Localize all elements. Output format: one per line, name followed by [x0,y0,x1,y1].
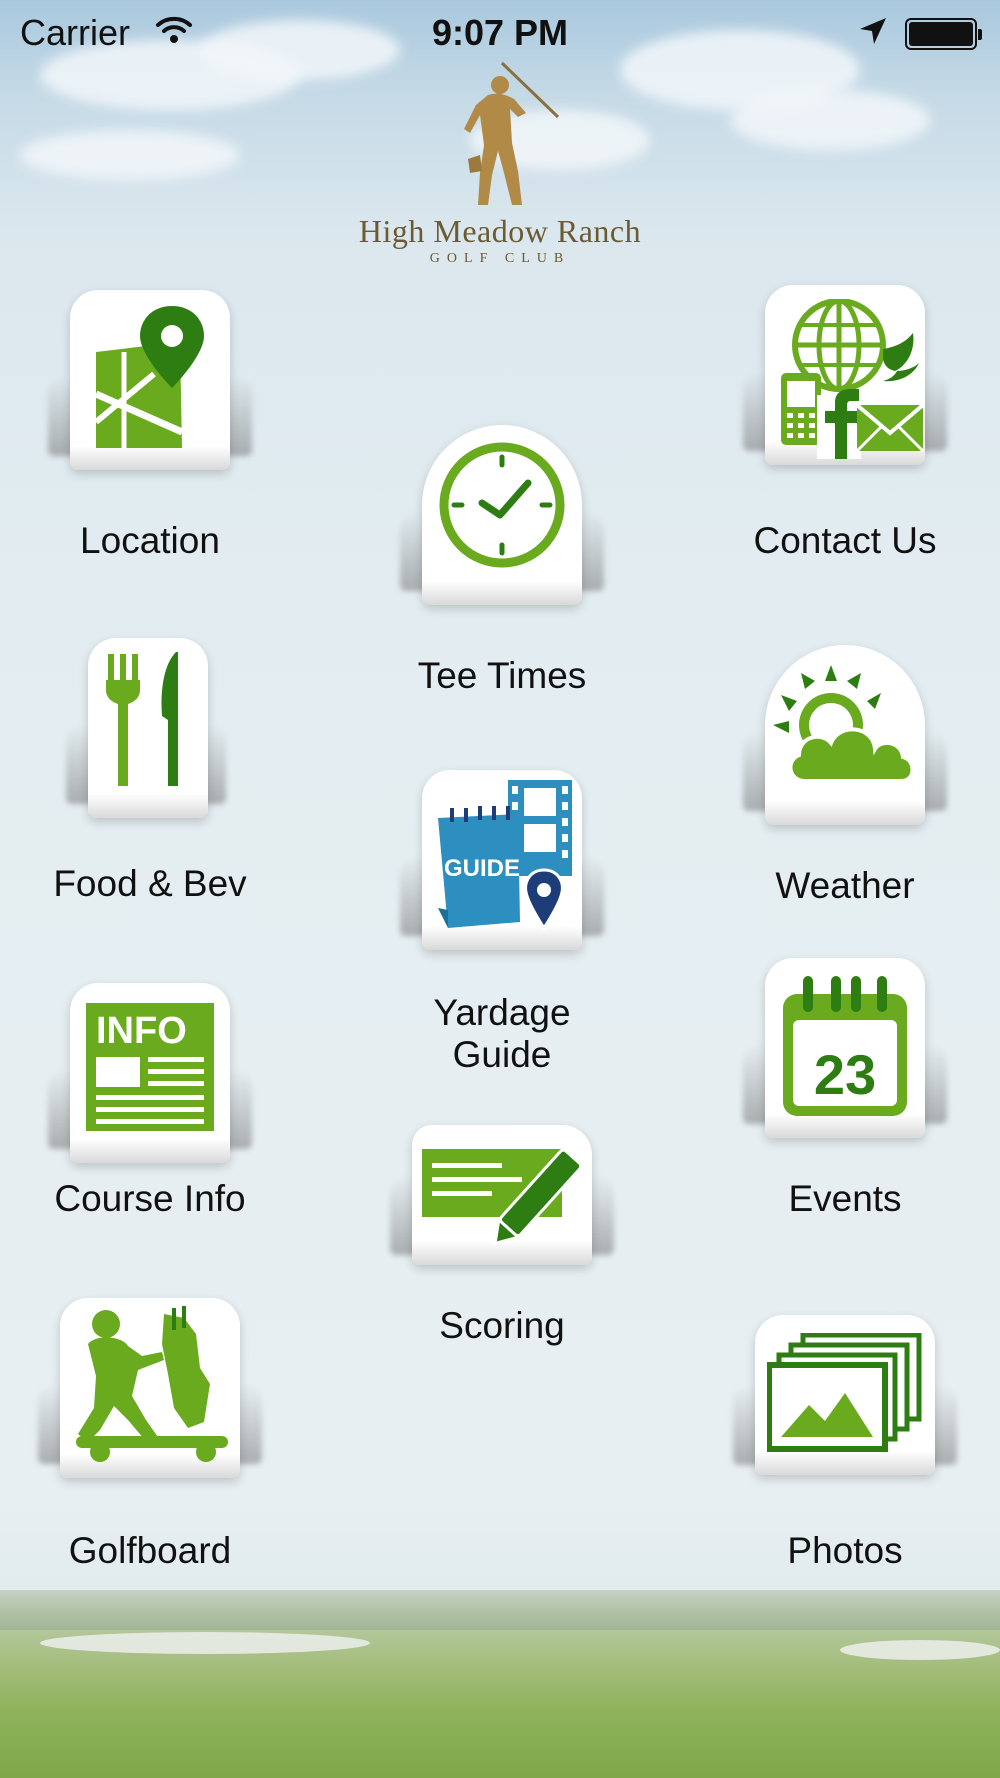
scoring-card [390,1125,614,1265]
sand-bunker [840,1640,1000,1660]
score-card-icon [422,1148,583,1245]
tee-times-button[interactable]: Tee Times [382,425,622,705]
weather-button[interactable]: Weather [725,645,965,915]
photos-card [733,1315,957,1475]
course-info-label: Course Info [54,1178,246,1219]
photos-label: Photos [787,1530,903,1571]
tree-line [0,1590,1000,1630]
facebook-icon [817,389,861,459]
photo-stack-icon [767,1333,922,1452]
contact-icons [781,299,925,459]
cloud [20,130,240,180]
golfer-logo-icon [464,61,560,205]
events-button[interactable]: 23 Events [725,958,965,1228]
location-arrow-icon [858,16,888,51]
golfboard-card [38,1298,262,1478]
phone-icon [781,373,821,445]
envelope-icon [855,403,925,453]
cloud [730,90,930,150]
yardage-icon: GUIDE [438,780,572,931]
food-bev-label: Food & Bev [53,863,247,904]
location-button[interactable]: Location [30,290,270,570]
location-card [48,290,252,470]
contact-us-label: Contact Us [753,520,937,561]
golfboard-label: Golfboard [68,1530,232,1571]
sand-bunker [40,1632,370,1654]
golfboard-icon [76,1306,228,1462]
course-info-card: INFO [48,983,252,1163]
fork-knife-icon [106,652,178,786]
battery-icon [905,18,982,50]
pin-icon [524,868,564,931]
club-logo: High Meadow Ranch GOLF CLUB [330,55,670,266]
clock: 9:07 PM [431,12,569,53]
calendar-day-text: 23 [814,1043,876,1106]
logo-title: High Meadow Ranch [358,213,642,249]
twitter-icon [883,333,919,382]
clock-icon [439,442,565,568]
map-pin-icon [94,306,204,448]
golfboard-button[interactable]: Golfboard [30,1298,270,1571]
events-card: 23 [743,958,947,1138]
scoring-button[interactable]: Scoring [382,1125,622,1355]
weather-label: Weather [775,865,915,906]
course-info-button[interactable]: INFO Course Info [30,983,270,1228]
food-card [66,638,226,818]
food-bev-button[interactable]: Food & Bev [30,638,270,918]
logo-subtitle: GOLF CLUB [429,251,571,266]
photos-button[interactable]: Photos [725,1315,965,1571]
contact-card [743,285,947,465]
tee-times-card [400,425,604,605]
calendar-icon: 23 [783,976,907,1116]
weather-card [743,645,947,825]
info-text: INFO [96,1010,187,1052]
yardage-guide-label: Yardage Guide [433,992,571,1075]
sun-cloud-icon [773,665,915,783]
yardage-card: GUIDE [400,770,604,950]
events-label: Events [788,1178,902,1219]
contact-us-button[interactable]: Contact Us [725,285,965,570]
tee-times-label: Tee Times [417,655,587,696]
status-bar: Carrier 9:07 PM [0,0,1000,70]
info-document-icon: INFO [86,1003,214,1131]
location-label: Location [80,520,220,561]
yardage-guide-button[interactable]: GUIDE Yardage Guide [382,770,622,1075]
scoring-label: Scoring [439,1305,565,1346]
notebook-icon: GUIDE [438,806,520,928]
guide-text: GUIDE [444,855,520,882]
